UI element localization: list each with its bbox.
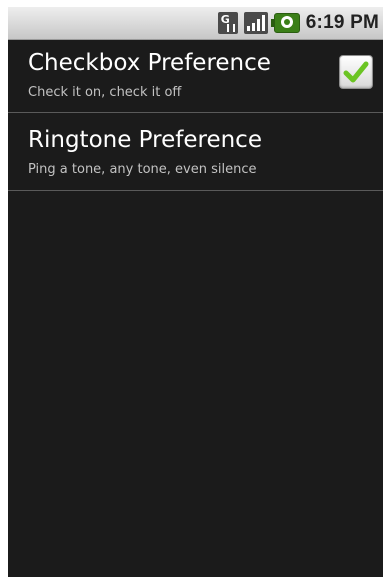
screen: G 6:19 PM Checkbox Preference Check it o… bbox=[8, 7, 383, 577]
sim-data-icon: G bbox=[217, 12, 238, 34]
checkbox-preference[interactable]: Checkbox Preference Check it on, check i… bbox=[8, 40, 383, 113]
status-icons: G 6:19 PM bbox=[217, 11, 379, 35]
status-clock: 6:19 PM bbox=[305, 12, 379, 33]
battery-charging-icon bbox=[270, 13, 300, 33]
preference-summary: Check it on, check it off bbox=[28, 85, 182, 100]
preference-list: Checkbox Preference Check it on, check i… bbox=[8, 40, 383, 191]
signal-icon bbox=[243, 12, 268, 34]
ringtone-preference[interactable]: Ringtone Preference Ping a tone, any ton… bbox=[8, 113, 383, 191]
device-frame: G 6:19 PM Checkbox Preference Check it o… bbox=[0, 0, 383, 577]
checkbox[interactable] bbox=[339, 55, 373, 89]
checkmark-icon bbox=[343, 61, 369, 83]
status-bar: G 6:19 PM bbox=[8, 7, 383, 40]
preference-title: Ringtone Preference bbox=[28, 127, 262, 153]
preference-title: Checkbox Preference bbox=[28, 50, 271, 76]
preference-summary: Ping a tone, any tone, even silence bbox=[28, 162, 257, 177]
